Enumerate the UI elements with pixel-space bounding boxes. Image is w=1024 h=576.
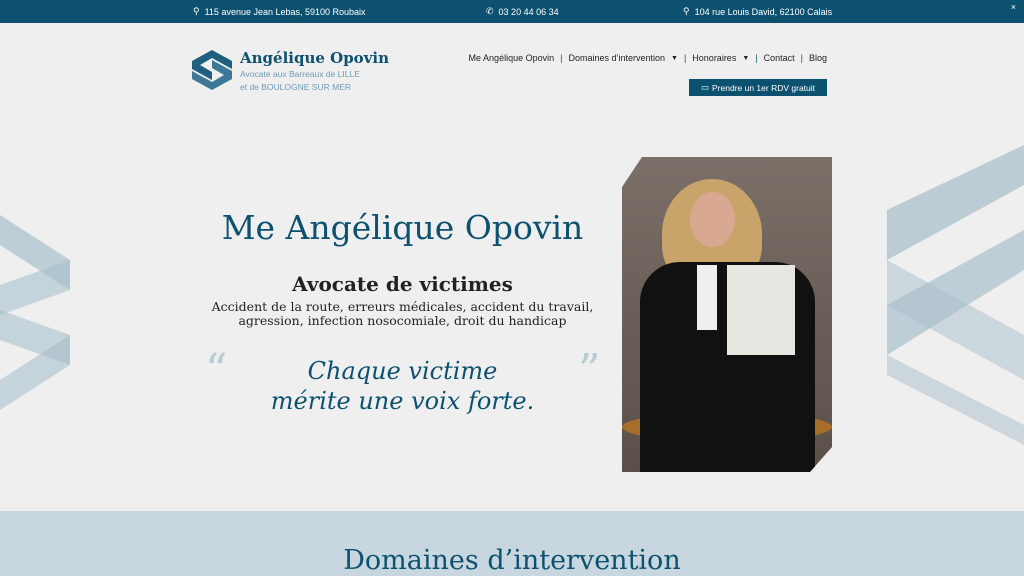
hero-quote: Chaque victime mérite une voix forte. <box>180 356 625 416</box>
logo-icon[interactable] <box>192 50 232 90</box>
lawyer-portrait <box>622 157 832 472</box>
caret-down-icon[interactable]: ▼ <box>742 55 749 62</box>
divider: | <box>683 53 687 63</box>
nav-item-honoraires[interactable]: Honoraires <box>692 53 736 63</box>
section-title: Domaines d’intervention <box>343 545 681 576</box>
hero-subtitle: Avocate de victimes <box>292 272 513 296</box>
address-calais[interactable]: ⚲ 104 rue Louis David, 62100 Calais <box>683 6 832 17</box>
location-pin-icon: ⚲ <box>193 6 200 16</box>
hero-description: Accident de la route, erreurs médicales,… <box>180 300 625 328</box>
nav-item-me[interactable]: Me Angélique Opovin <box>469 53 555 63</box>
caret-down-icon[interactable]: ▼ <box>671 55 678 62</box>
face-shape <box>690 192 735 247</box>
jabot-shape <box>697 265 717 330</box>
decorative-chevron-left <box>0 215 70 410</box>
location-pin-icon: ⚲ <box>683 6 690 16</box>
subtitle-line: et de BOULOGNE SUR MER <box>240 82 352 92</box>
subtitle-line: Avocate aux Barreaux de LILLE <box>240 69 360 79</box>
address-text: 104 rue Louis David, 62100 Calais <box>694 6 833 17</box>
desc-line: Accident de la route, erreurs médicales,… <box>211 299 594 314</box>
divider: | <box>560 53 563 63</box>
nav-item-blog[interactable]: Blog <box>809 53 827 63</box>
phone[interactable]: ✆ 03 20 44 06 34 <box>486 6 559 17</box>
phone-icon: ✆ <box>486 6 494 16</box>
brand-subtitle: Avocate aux Barreaux de LILLE et de BOULO… <box>240 68 360 94</box>
brand-name[interactable]: Angélique Opovin <box>240 49 389 67</box>
quote-line: Chaque victime <box>307 357 498 385</box>
nav-item-domaines[interactable]: Domaines d’intervention <box>568 53 665 63</box>
calendar-icon: ▭ <box>700 82 710 92</box>
address-roubaix[interactable]: ⚲ 115 avenue Jean Lebas, 59100 Roubaix <box>193 6 366 17</box>
divider: | <box>800 53 803 63</box>
close-icon[interactable]: × <box>1011 2 1016 12</box>
top-bar: ⚲ 115 avenue Jean Lebas, 59100 Roubaix ✆ 0… <box>0 0 1024 23</box>
phone-text: 03 20 44 06 34 <box>498 6 559 17</box>
divider: | <box>755 53 758 63</box>
rdv-button[interactable]: ▭ Prendre un 1er RDV gratuit <box>689 79 827 96</box>
address-text: 115 avenue Jean Lebas, 59100 Roubaix <box>204 6 366 17</box>
decorative-chevron-right <box>887 145 1024 445</box>
folder-shape <box>727 265 795 355</box>
quote-line: mérite une voix forte. <box>270 387 535 415</box>
rdv-label: Prendre un 1er RDV gratuit <box>712 82 816 93</box>
nav-item-contact[interactable]: Contact <box>764 53 795 63</box>
hero-title: Me Angélique Opovin <box>221 208 584 247</box>
main-nav: Me Angélique Opovin | Domaines d’interven… <box>469 53 827 63</box>
desc-line: agression, infection nosocomiale, droit … <box>238 313 567 328</box>
